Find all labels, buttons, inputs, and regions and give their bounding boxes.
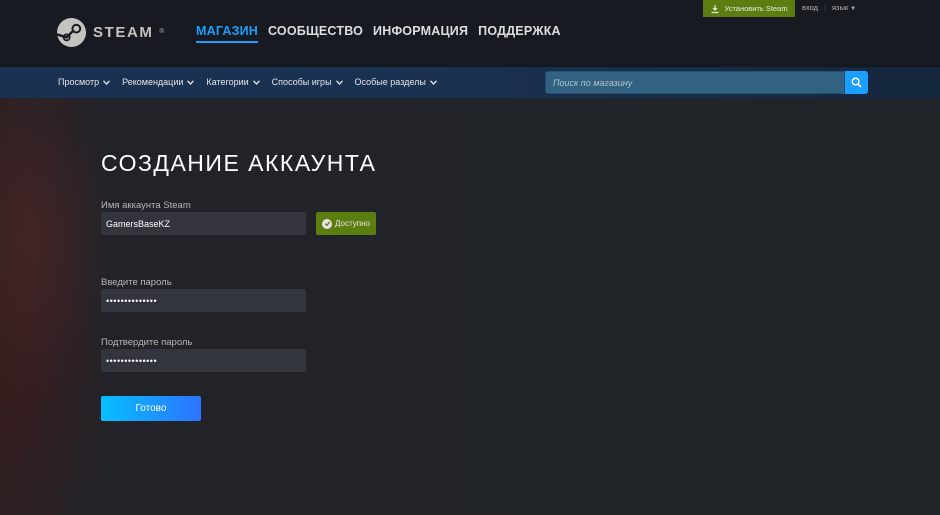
install-steam-button[interactable]: Установить Steam [703, 0, 795, 17]
store-tab-categories[interactable]: Категории [206, 77, 260, 87]
account-name-input[interactable] [101, 212, 306, 235]
chevron-down-icon [187, 79, 195, 85]
language-label: язык [832, 3, 849, 12]
nav-about[interactable]: ИНФОРМАЦИЯ [373, 24, 468, 43]
store-tab-recommendations[interactable]: Рекомендации [122, 77, 195, 87]
store-tab-label: Просмотр [58, 77, 100, 87]
nav-store[interactable]: МАГАЗИН [196, 24, 259, 43]
page-title: СОЗДАНИЕ АККАУНТА [101, 150, 377, 176]
store-tabs: Просмотр Рекомендации Категории Способы … [58, 77, 437, 87]
search-input[interactable] [553, 72, 837, 93]
store-search [545, 71, 845, 94]
install-steam-label: Установить Steam [724, 4, 788, 13]
confirm-password-input[interactable] [101, 349, 306, 372]
store-tab-label: Категории [206, 77, 249, 87]
chevron-down-icon [335, 79, 343, 85]
nav-community[interactable]: СООБЩЕСТВО [268, 24, 363, 43]
search-icon [851, 77, 862, 88]
account-name-label: Имя аккаунта Steam [101, 200, 191, 211]
registered-mark: ® [159, 29, 164, 35]
store-tab-label: Особые разделы [354, 77, 426, 87]
chevron-down-icon [429, 79, 437, 85]
chevron-down-icon [103, 79, 111, 85]
store-tab-label: Способы игры [271, 77, 332, 87]
store-tab-special-sections[interactable]: Особые разделы [355, 77, 437, 87]
download-icon [711, 4, 719, 13]
store-tab-ways-to-play[interactable]: Способы игры [272, 77, 343, 87]
main-nav: МАГАЗИН СООБЩЕСТВО ИНФОРМАЦИЯ ПОДДЕРЖКА [196, 24, 561, 43]
confirm-password-label: Подтвердите пароль [101, 337, 193, 348]
search-button[interactable] [845, 71, 868, 94]
link-separator: | [824, 3, 826, 12]
steam-logo-text: STEAM [93, 23, 154, 41]
store-tab-label: Рекомендации [122, 77, 184, 87]
caret-down-icon: ▼ [850, 6, 857, 12]
done-button[interactable]: Готово [101, 396, 201, 421]
steam-logo-icon [56, 17, 87, 47]
global-header: STEAM ® МАГАЗИН СООБЩЕСТВО ИНФОРМАЦИЯ ПОД… [0, 0, 940, 67]
user-links: вход | язык ▼ [802, 3, 856, 12]
availability-label: Доступно [335, 219, 370, 228]
login-link[interactable]: вход [802, 3, 818, 12]
steam-logo[interactable]: STEAM ® [56, 16, 164, 48]
check-icon [322, 218, 333, 229]
store-tab-browse[interactable]: Просмотр [58, 77, 111, 87]
availability-badge: Доступно [316, 212, 376, 235]
password-label: Введите пароль [101, 277, 172, 288]
password-input[interactable] [101, 289, 306, 312]
language-dropdown[interactable]: язык ▼ [832, 3, 856, 12]
nav-support[interactable]: ПОДДЕРЖКА [478, 24, 561, 43]
chevron-down-icon [252, 79, 260, 85]
